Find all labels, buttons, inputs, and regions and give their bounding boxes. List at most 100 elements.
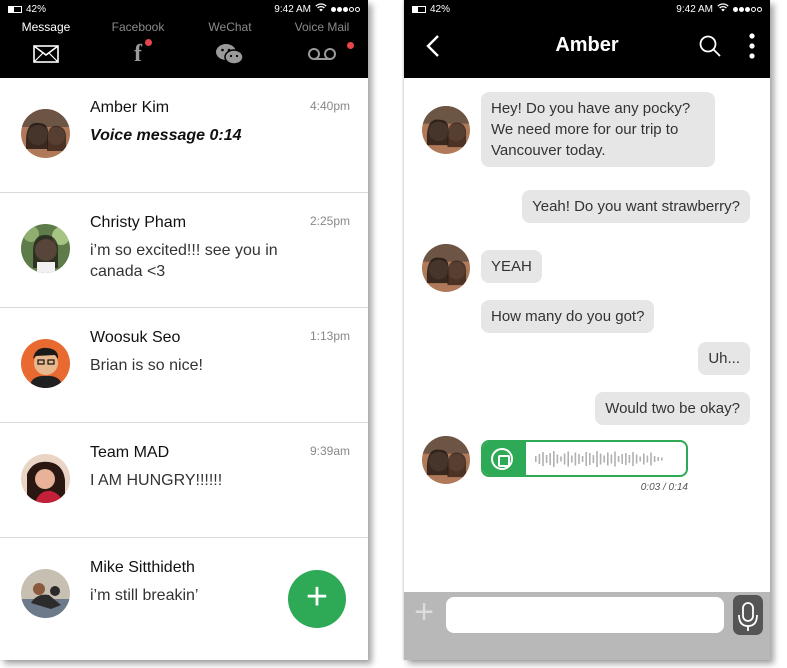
envelope-icon [33, 45, 59, 63]
avatar [21, 454, 70, 503]
tab-voicemail[interactable]: Voice Mail [279, 20, 365, 68]
waveform-bar [607, 452, 609, 466]
voice-message-player[interactable] [481, 440, 688, 477]
tab-label: Message [21, 20, 71, 34]
message-time: 9:39am [309, 444, 350, 458]
waveform-bar [650, 452, 652, 466]
wifi-icon [315, 3, 327, 15]
incoming-message: Hey! Do you have any pocky? We need more… [481, 92, 715, 167]
notification-dot [145, 39, 152, 46]
waveform-bar [599, 453, 602, 465]
notification-dot [347, 42, 354, 49]
more-options-button[interactable] [748, 33, 756, 59]
waveform-bar [603, 455, 605, 463]
waveform-bar [535, 456, 537, 462]
message-preview: i’m so excited!!! see you in canada <3 [90, 242, 278, 280]
message-time: 1:13pm [309, 329, 350, 343]
waveform-bar [614, 451, 616, 467]
waveform-bar [571, 455, 573, 463]
waveform-bar [553, 451, 555, 467]
new-message-button[interactable]: + [288, 570, 346, 628]
avatar [21, 569, 70, 618]
waveform-bar [653, 456, 656, 462]
waveform-bar [560, 456, 562, 462]
waveform-bar [574, 452, 577, 466]
incoming-message: How many do you got? [481, 300, 655, 333]
contact-name: Team MAD [90, 444, 170, 461]
outgoing-message: Uh... [698, 342, 750, 375]
more-vertical-icon [749, 33, 755, 59]
outgoing-message: Yeah! Do you want strawberry? [522, 190, 750, 223]
message-input[interactable] [446, 597, 724, 633]
message-preview: I AM HUNGRY!!!!!! [90, 472, 223, 489]
waveform-bar [643, 453, 645, 465]
app-header: 42% 9:42 AM Message Facebook f WeChat Vo… [0, 0, 368, 78]
conversation-list: Amber Kim 4:40pm Voice message 0:14 Chri… [0, 78, 368, 660]
waveform-bar [632, 452, 634, 466]
battery-level: 42% [430, 3, 451, 15]
waveform-bar [578, 454, 580, 464]
message-preview: i’m still breakin’ [90, 587, 199, 604]
waveform-bar [635, 454, 638, 464]
clock: 9:42 AM [274, 3, 311, 15]
signal-icon [733, 6, 762, 12]
waveform-bar [657, 457, 659, 461]
waveform-bar [563, 453, 566, 465]
tab-facebook[interactable]: Facebook f [95, 20, 181, 68]
contact-name: Christy Pham [90, 214, 187, 231]
waveform-bar [625, 453, 627, 465]
clock: 9:42 AM [676, 3, 713, 15]
message-time: 2:25pm [309, 214, 350, 228]
tab-label: Voice Mail [294, 20, 350, 34]
message-preview: Voice message 0:14 [90, 127, 242, 144]
contact-name: Mike Sitthideth [90, 559, 195, 576]
tab-message[interactable]: Message [3, 20, 89, 68]
stop-button[interactable] [491, 448, 513, 470]
tab-wechat[interactable]: WeChat [187, 20, 273, 68]
incoming-message: YEAH [481, 250, 542, 283]
waveform-bar [581, 456, 584, 462]
avatar [422, 436, 470, 484]
waveform-bar [542, 452, 544, 466]
waveform-bar [628, 455, 631, 463]
conversation-item[interactable]: Woosuk Seo 1:13pm Brian is so nice! [0, 308, 368, 423]
battery-level: 42% [26, 3, 47, 15]
chat-screen: 42% 9:42 AM Amber Hey! Do you have any p… [404, 0, 770, 660]
waveform-bar [617, 456, 620, 462]
tab-label: WeChat [208, 20, 252, 34]
add-attachment-button[interactable]: + [410, 595, 438, 629]
waveform-bar [592, 455, 595, 463]
search-button[interactable] [698, 34, 722, 58]
avatar [21, 109, 70, 158]
wechat-icon [216, 44, 244, 65]
conversation-item[interactable]: Amber Kim 4:40pm Voice message 0:14 [0, 78, 368, 193]
voice-message-time: 0:03 / 0:14 [640, 482, 688, 493]
waveform-bar [545, 455, 548, 463]
conversation-item[interactable]: Christy Pham 2:25pm i’m so excited!!! se… [0, 193, 368, 308]
composer: + [404, 592, 770, 660]
wifi-icon [717, 3, 729, 15]
avatar [21, 224, 70, 273]
conversation-item[interactable]: Team MAD 9:39am I AM HUNGRY!!!!!! [0, 423, 368, 538]
message-preview: Brian is so nice! [90, 357, 203, 374]
tab-label: Facebook [111, 20, 165, 34]
avatar [422, 244, 470, 292]
microphone-icon [738, 602, 758, 631]
battery-icon [8, 5, 22, 13]
message-time: 4:40pm [309, 99, 350, 113]
chat-header: 42% 9:42 AM Amber [404, 0, 770, 78]
outgoing-message: Would two be okay? [595, 392, 750, 425]
microphone-button[interactable] [733, 595, 763, 635]
tab-bar: Message Facebook f WeChat Voice Mail [0, 20, 368, 68]
waveform-bar [585, 452, 587, 466]
facebook-icon: f [134, 40, 142, 67]
message-thread: Hey! Do you have any pocky? We need more… [404, 78, 770, 592]
waveform-bar [567, 451, 569, 467]
waveform-bar [610, 454, 613, 464]
waveform-bar [639, 456, 641, 462]
waveform-bar [661, 457, 663, 461]
waveform-bar [589, 453, 591, 465]
battery-icon [412, 5, 426, 13]
waveform-bar [596, 451, 598, 467]
waveform-icon[interactable] [535, 449, 685, 469]
